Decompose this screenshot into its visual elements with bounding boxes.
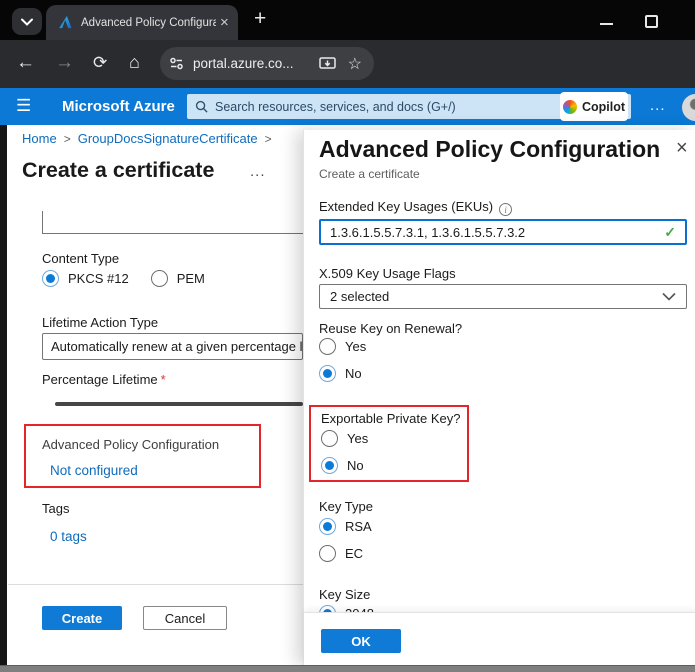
- lifetime-action-input[interactable]: Automatically renew at a given percentag…: [42, 333, 303, 360]
- radio-exportable-no-label: No: [347, 458, 364, 473]
- eku-input[interactable]: 1.3.6.1.5.5.7.3.1, 1.3.6.1.5.5.7.3.2 ✓: [319, 219, 687, 245]
- window-maximize-button[interactable]: [645, 15, 658, 28]
- search-icon: [195, 100, 208, 113]
- radio-rsa[interactable]: [319, 518, 336, 535]
- panel-title: Advanced Policy Configuration: [319, 136, 660, 163]
- radio-ec-label: EC: [345, 546, 363, 561]
- tags-count-link[interactable]: 0 tags: [50, 529, 87, 544]
- radio-exportable-yes[interactable]: [321, 430, 338, 447]
- radio-reuse-no-label: No: [345, 366, 362, 381]
- x509-label: X.509 Key Usage Flags: [319, 266, 456, 281]
- eku-label: Extended Key Usages (EKUs)i: [319, 199, 512, 216]
- x509-value: 2 selected: [330, 289, 389, 304]
- valid-check-icon: ✓: [664, 224, 676, 241]
- breadcrumb-home-link[interactable]: Home: [22, 131, 57, 146]
- footer-divider: [8, 584, 303, 585]
- radio-pem-label: PEM: [177, 271, 205, 286]
- breadcrumb-separator: >: [64, 132, 71, 146]
- radio-pkcs12-label: PKCS #12: [68, 271, 129, 286]
- install-app-icon[interactable]: [319, 57, 336, 71]
- tab-title: Advanced Policy Configuration: [81, 17, 216, 29]
- browser-window: Advanced Policy Configuration × + ← → ⟳ …: [0, 0, 695, 672]
- radio-pkcs12[interactable]: [42, 270, 59, 287]
- copilot-button[interactable]: Copilot: [560, 92, 628, 121]
- copilot-label: Copilot: [582, 100, 625, 114]
- required-asterisk: *: [161, 372, 166, 387]
- eku-value: 1.3.6.1.5.5.7.3.1, 1.3.6.1.5.5.7.3.2: [330, 225, 525, 240]
- azure-brand[interactable]: Microsoft Azure: [62, 98, 175, 115]
- address-bar[interactable]: portal.azure.co... ☆: [160, 47, 374, 80]
- content-type-label: Content Type: [42, 251, 119, 266]
- home-button[interactable]: ⌂: [129, 52, 140, 73]
- header-more-icon[interactable]: ...: [650, 97, 666, 114]
- azure-favicon-icon: [58, 15, 73, 30]
- breadcrumb-certificate-link[interactable]: GroupDocsSignatureCertificate: [78, 131, 258, 146]
- percentage-lifetime-label: Percentage Lifetime*: [42, 372, 166, 387]
- site-settings-icon[interactable]: [169, 56, 184, 71]
- breadcrumb-separator: >: [265, 132, 272, 146]
- info-icon[interactable]: i: [499, 203, 512, 216]
- bookmark-star-icon[interactable]: ☆: [348, 54, 362, 74]
- new-tab-button[interactable]: +: [254, 7, 266, 31]
- search-placeholder: Search resources, services, and docs (G+…: [215, 100, 456, 114]
- chevron-down-icon: [662, 292, 676, 301]
- ok-button[interactable]: OK: [321, 629, 401, 653]
- panel-subtitle: Create a certificate: [319, 167, 420, 181]
- chevron-down-icon: [21, 18, 33, 26]
- reload-button[interactable]: ⟳: [93, 53, 107, 73]
- panel-footer: OK: [304, 612, 695, 666]
- not-configured-link[interactable]: Not configured: [50, 463, 138, 478]
- hamburger-menu-icon[interactable]: ☰: [16, 96, 31, 116]
- reuse-key-label: Reuse Key on Renewal?: [319, 321, 462, 336]
- tags-label: Tags: [42, 501, 69, 516]
- radio-exportable-no[interactable]: [321, 457, 338, 474]
- back-button[interactable]: ←: [16, 52, 35, 74]
- tab-search-chevron-button[interactable]: [12, 8, 42, 35]
- url-text: portal.azure.co...: [193, 56, 319, 71]
- partial-field[interactable]: [42, 211, 303, 234]
- window-left-edge: [0, 125, 7, 666]
- radio-ec[interactable]: [319, 545, 336, 562]
- advanced-policy-panel: Advanced Policy Configuration Create a c…: [303, 130, 695, 666]
- browser-tab[interactable]: Advanced Policy Configuration ×: [46, 5, 238, 40]
- lifetime-action-label: Lifetime Action Type: [42, 315, 158, 330]
- radio-reuse-no[interactable]: [319, 365, 336, 382]
- highlight-box-advanced-policy: [24, 424, 261, 488]
- advanced-policy-label: Advanced Policy Configuration: [42, 437, 219, 452]
- radio-exportable-yes-label: Yes: [347, 431, 368, 446]
- panel-close-icon[interactable]: ×: [676, 138, 688, 158]
- key-type-label: Key Type: [319, 499, 373, 514]
- percentage-lifetime-slider[interactable]: [55, 402, 303, 406]
- cancel-button[interactable]: Cancel: [143, 606, 227, 630]
- radio-reuse-yes-label: Yes: [345, 339, 366, 354]
- radio-pem[interactable]: [151, 270, 168, 287]
- breadcrumb: Home > GroupDocsSignatureCertificate >: [22, 131, 279, 146]
- lifetime-action-value: Automatically renew at a given percentag…: [51, 339, 302, 354]
- copilot-icon: [563, 100, 577, 114]
- window-minimize-button[interactable]: [600, 23, 613, 25]
- window-bottom-edge: [0, 665, 695, 672]
- key-size-label: Key Size: [319, 587, 370, 602]
- create-button[interactable]: Create: [42, 606, 122, 630]
- exportable-label: Exportable Private Key?: [321, 411, 460, 426]
- tab-close-icon[interactable]: ×: [220, 14, 229, 31]
- page-title: Create a certificate: [22, 158, 214, 183]
- radio-rsa-label: RSA: [345, 519, 372, 534]
- page-more-icon[interactable]: ...: [250, 163, 266, 180]
- radio-reuse-yes[interactable]: [319, 338, 336, 355]
- x509-dropdown[interactable]: 2 selected: [319, 284, 687, 309]
- forward-button[interactable]: →: [55, 52, 74, 74]
